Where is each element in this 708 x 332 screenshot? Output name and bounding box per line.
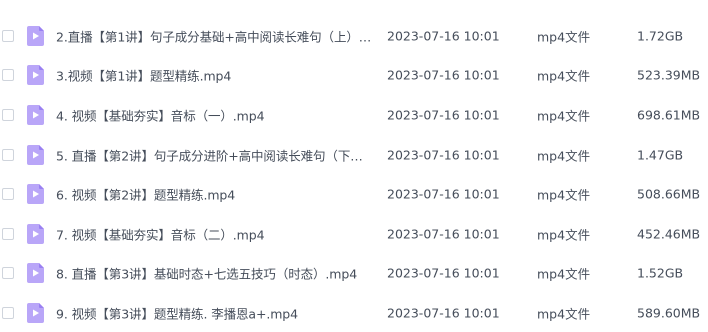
video-file-icon [27, 263, 44, 284]
file-name[interactable]: 9. 视频【第3讲】题型精练. 李播恩a+.mp4 [56, 304, 374, 323]
file-name[interactable]: 3.视频【第1讲】题型精练.mp4 [56, 66, 374, 85]
file-size: 508.66MB [637, 186, 701, 202]
file-row[interactable]: 6. 视频【第2讲】题型精练.mp4 2023-07-16 10:01 mp4文… [0, 175, 708, 213]
file-row[interactable]: 3.视频【第1讲】题型精练.mp4 2023-07-16 10:01 mp4文件… [0, 56, 708, 94]
file-modified-date: 2023-07-16 10:01 [387, 28, 500, 44]
row-checkbox[interactable] [2, 267, 14, 280]
file-name[interactable]: 8. 直播【第3讲】基础时态+七选五技巧（时态）.mp4 [56, 264, 374, 283]
file-type: mp4文件 [537, 187, 591, 203]
file-size: 1.47GB [637, 147, 684, 163]
file-modified-date: 2023-07-16 10:01 [387, 226, 500, 242]
file-modified-date: 2023-07-16 10:01 [387, 186, 500, 202]
file-size: 1.72GB [637, 28, 684, 44]
file-row[interactable]: 5. 直播【第2讲】句子成分进阶+高中阅读长难句（下）.... 2023-07-… [0, 136, 708, 174]
file-name[interactable]: 2.直播【第1讲】句子成分基础+高中阅读长难句（上）.m... [56, 26, 374, 45]
file-name[interactable]: 4. 视频【基础夯实】音标（一）.mp4 [56, 106, 374, 125]
file-modified-date: 2023-07-16 10:01 [387, 67, 500, 83]
video-file-icon [27, 184, 44, 205]
video-file-icon [27, 223, 44, 244]
file-row[interactable]: 2.直播【第1讲】句子成分基础+高中阅读长难句（上）.m... 2023-07-… [0, 17, 708, 55]
file-type: mp4文件 [537, 29, 591, 45]
file-size: 698.61MB [637, 107, 701, 123]
file-modified-date: 2023-07-16 10:01 [387, 305, 500, 321]
row-checkbox[interactable] [2, 188, 14, 201]
video-file-icon [27, 105, 44, 125]
file-modified-date: 2023-07-16 10:01 [387, 265, 500, 281]
file-type: mp4文件 [537, 108, 591, 124]
row-checkbox[interactable] [2, 69, 14, 82]
row-checkbox[interactable] [2, 148, 14, 161]
file-size: 523.39MB [637, 67, 701, 83]
video-file-icon [27, 25, 44, 46]
file-type: mp4文件 [537, 148, 591, 164]
video-file-icon [27, 303, 44, 323]
file-modified-date: 2023-07-16 10:01 [387, 147, 500, 163]
video-file-icon [27, 65, 44, 86]
file-size: 589.60MB [637, 305, 701, 321]
file-name[interactable]: 5. 直播【第2讲】句子成分进阶+高中阅读长难句（下）.... [56, 145, 374, 164]
file-type: mp4文件 [537, 266, 591, 282]
file-type: mp4文件 [537, 68, 591, 84]
row-checkbox[interactable] [2, 307, 14, 319]
file-name[interactable]: 6. 视频【第2讲】题型精练.mp4 [56, 185, 374, 204]
file-modified-date: 2023-07-16 10:01 [387, 107, 500, 123]
row-checkbox[interactable] [2, 227, 14, 240]
file-list: 2.直播【第1讲】句子成分基础+高中阅读长难句（上）.m... 2023-07-… [0, 0, 708, 323]
file-row[interactable]: 7. 视频【基础夯实】音标（二）.mp4 2023-07-16 10:01 mp… [0, 215, 708, 253]
file-size: 452.46MB [637, 226, 701, 242]
row-checkbox[interactable] [2, 109, 14, 121]
file-name[interactable]: 7. 视频【基础夯实】音标（二）.mp4 [56, 224, 374, 243]
file-row[interactable]: 8. 直播【第3讲】基础时态+七选五技巧（时态）.mp4 2023-07-16 … [0, 254, 708, 292]
file-size: 1.52GB [637, 265, 684, 281]
video-file-icon [27, 144, 44, 165]
row-checkbox[interactable] [2, 29, 14, 42]
file-type: mp4文件 [537, 227, 591, 243]
file-row[interactable]: 4. 视频【基础夯实】音标（一）.mp4 2023-07-16 10:01 mp… [0, 96, 708, 134]
file-row[interactable]: 9. 视频【第3讲】题型精练. 李播恩a+.mp4 2023-07-16 10:… [0, 294, 708, 332]
file-type: mp4文件 [537, 306, 591, 322]
